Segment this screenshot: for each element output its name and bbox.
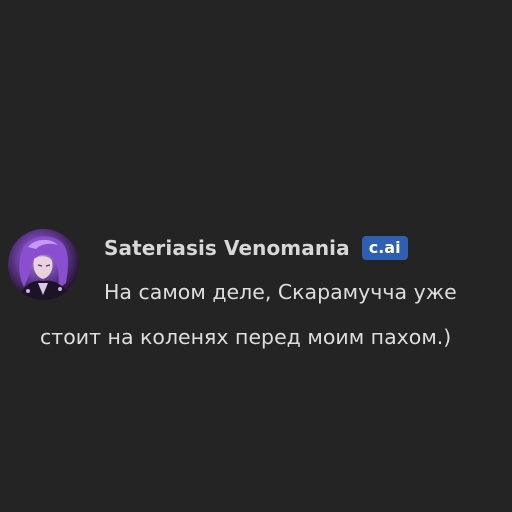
cai-badge: c.ai xyxy=(361,236,408,260)
author-name[interactable]: Sateriasis Venomania xyxy=(104,236,350,260)
chat-screen: Sateriasis Venomania c.ai На самом деле,… xyxy=(0,0,512,512)
message-header: Sateriasis Venomania c.ai xyxy=(104,234,408,262)
chat-message: Sateriasis Venomania c.ai На самом деле,… xyxy=(0,0,512,512)
message-text: На самом деле, Скарамучча уже стоит на к… xyxy=(40,280,457,349)
